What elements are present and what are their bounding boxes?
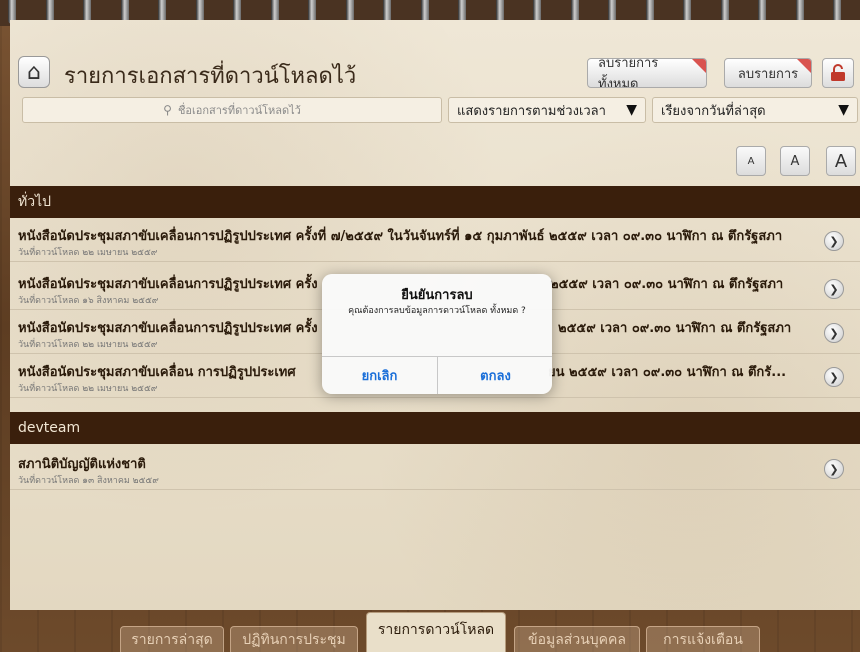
download-date: วันที่ดาวน์โหลด ๒๒ เมษายน ๒๕๕๙ [18,340,158,350]
delete-all-label: ลบรายการทั้งหมด [598,58,659,88]
tab-recent[interactable]: รายการล่าสุด [120,626,224,652]
document-title-end: ๒๕๕๙ เวลา ๐๙.๓๐ นาฬิกา ณ ตึกรัฐสภา [558,321,792,336]
section-title: devteam [18,420,81,436]
tab-notifications[interactable]: การแจ้งเตือน [646,626,760,652]
section-title: ทั่วไป [18,194,52,210]
dropdown-triangle-icon: ▼ [838,102,849,118]
font-medium-button[interactable]: A [780,146,810,176]
home-icon: ⌂ [27,59,41,85]
chevron-right-icon[interactable]: ❯ [824,231,844,251]
document-title-end: ยน ๒๕๕๙ เวลา ๐๙.๓๐ นาฬิกา ณ ตึกรั... [548,365,787,380]
chevron-right-icon[interactable]: ❯ [824,279,844,299]
time-range-value: แสดงรายการตามช่วงเวลา [457,103,606,119]
font-small-label: A [747,155,755,167]
search-icon: ⚲ [163,103,172,117]
tab-meeting-calendar[interactable]: ปฏิทินการประชุม [230,626,358,652]
list-item[interactable]: หนังสือนัดประชุมสภาขับเคลื่อนการปฏิรูปปร… [10,220,860,262]
document-title-start: หนังสือนัดประชุมสภาขับเคลื่อนการปฏิรูปปร… [18,321,318,336]
corner-marker [692,59,706,73]
download-date: วันที่ดาวน์โหลด ๑๖ สิงหาคม ๒๕๕๙ [18,296,159,306]
font-large-button[interactable]: A [826,146,856,176]
font-small-button[interactable]: A [736,146,766,176]
download-date: วันที่ดาวน์โหลด ๒๒ เมษายน ๒๕๕๙ [18,384,158,394]
tab-downloads[interactable]: รายการดาวน์โหลด [366,612,506,652]
search-placeholder: ชื่อเอกสารที่ดาวน์โหลดไว้ [177,104,301,117]
document-title-start: หนังสือนัดประชุมสภาขับเคลื่อนการปฏิรูปปร… [18,277,318,292]
font-large-label: A [834,150,848,172]
delete-label: ลบรายการ [737,66,799,82]
corner-marker [797,59,811,73]
document-title: หนังสือนัดประชุมสภาขับเคลื่อนการปฏิรูปปร… [18,229,783,244]
chevron-right-icon[interactable]: ❯ [824,367,844,387]
dialog-message: คุณต้องการลบข้อมูลการดาวน์โหลด ทั้งหมด ? [348,306,526,316]
time-range-select[interactable]: แสดงรายการตามช่วงเวลา ▼ [448,97,646,123]
list-item[interactable]: สภานิติบัญญัติแห่งชาติ วันที่ดาวน์โหลด ๑… [10,448,860,490]
search-input[interactable]: ⚲ ชื่อเอกสารที่ดาวน์โหลดไว้ [22,97,442,123]
section-header-general: ทั่วไป [10,186,860,218]
font-medium-label: A [790,153,800,169]
delete-all-button[interactable]: ลบรายการทั้งหมด [587,58,707,88]
download-date: วันที่ดาวน์โหลด ๒๒ เมษายน ๒๕๕๙ [18,248,158,258]
section-header-devteam: devteam [10,412,860,444]
lock-icon [831,64,845,81]
document-title: สภานิติบัญญัติแห่งชาติ [18,457,146,472]
document-title-start: หนังสือนัดประชุมสภาขับเคลื่อน การปฏิรูปป… [18,365,296,380]
chevron-right-icon[interactable]: ❯ [824,459,844,479]
lock-button[interactable] [822,58,854,88]
ok-button[interactable]: ตกลง [438,356,553,394]
tab-personal-info[interactable]: ข้อมูลส่วนบุคคล [514,626,640,652]
page-title: รายการเอกสารที่ดาวน์โหลดไว้ [64,64,357,89]
chevron-right-icon[interactable]: ❯ [824,323,844,343]
dropdown-triangle-icon: ▼ [626,102,637,118]
cancel-button[interactable]: ยกเลิก [322,356,437,394]
download-date: วันที่ดาวน์โหลด ๑๓ สิงหาคม ๒๕๕๙ [18,476,159,486]
sort-select[interactable]: เรียงจากวันที่ล่าสุด ▼ [652,97,858,123]
delete-button[interactable]: ลบรายการ [724,58,812,88]
dialog-title: ยืนยันการลบ [401,288,473,303]
confirm-delete-dialog: ยืนยันการลบ คุณต้องการลบข้อมูลการดาวน์โห… [322,274,552,394]
document-title-end: ๒๕๕๙ เวลา ๐๙.๓๐ นาฬิกา ณ ตึกรัฐสภา [550,277,784,292]
sort-value: เรียงจากวันที่ล่าสุด [661,103,766,119]
home-button[interactable]: ⌂ [18,56,50,88]
